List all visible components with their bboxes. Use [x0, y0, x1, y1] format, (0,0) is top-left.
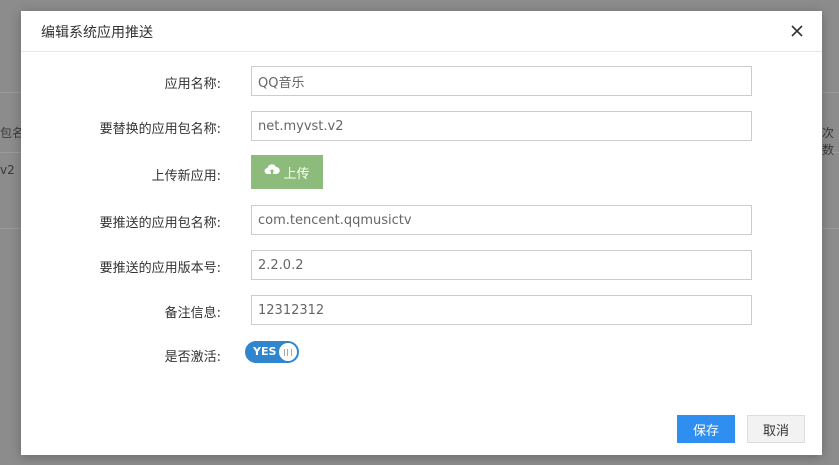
upload-button[interactable]: 上传: [251, 155, 323, 189]
bg-column-header-right: 次数: [822, 126, 835, 157]
form-row-active: 是否激活: YES: [21, 339, 822, 369]
form-row-remark: 备注信息:: [21, 295, 822, 325]
push-package-label: 要推送的应用包名称:: [99, 216, 221, 231]
active-label: 是否激活:: [164, 350, 221, 365]
grip-icon: [284, 348, 292, 356]
edit-push-dialog: 编辑系统应用推送 应用名称: 要替换的应用包名称: 上传新应用: 上传: [21, 11, 822, 455]
cloud-upload-icon: [264, 163, 281, 181]
form-row-push-version: 要推送的应用版本号:: [21, 250, 822, 280]
replace-package-label: 要替换的应用包名称:: [99, 122, 221, 137]
dialog-title: 编辑系统应用推送: [41, 25, 153, 41]
app-name-input[interactable]: [251, 66, 752, 96]
push-version-input[interactable]: [251, 250, 752, 280]
bg-cell-left: v2: [0, 163, 15, 177]
form-row-replace-package: 要替换的应用包名称:: [21, 111, 822, 141]
form-row-upload: 上传新应用: 上传: [21, 155, 822, 189]
form-row-app-name: 应用名称:: [21, 66, 822, 96]
upload-button-label: 上传: [283, 166, 310, 182]
push-version-label: 要推送的应用版本号:: [99, 261, 221, 276]
close-icon[interactable]: [787, 21, 807, 41]
upload-label: 上传新应用:: [151, 169, 221, 184]
save-button[interactable]: 保存: [677, 415, 735, 443]
active-toggle[interactable]: YES: [245, 341, 299, 363]
dialog-header: 编辑系统应用推送: [21, 11, 822, 52]
toggle-knob: [279, 343, 297, 361]
remark-label: 备注信息:: [164, 306, 221, 321]
remark-input[interactable]: [251, 295, 752, 325]
replace-package-input[interactable]: [251, 111, 752, 141]
form-row-push-package: 要推送的应用包名称:: [21, 205, 822, 235]
toggle-text: YES: [253, 345, 277, 358]
push-package-input[interactable]: [251, 205, 752, 235]
cancel-button[interactable]: 取消: [747, 415, 805, 443]
app-name-label: 应用名称:: [164, 77, 221, 92]
